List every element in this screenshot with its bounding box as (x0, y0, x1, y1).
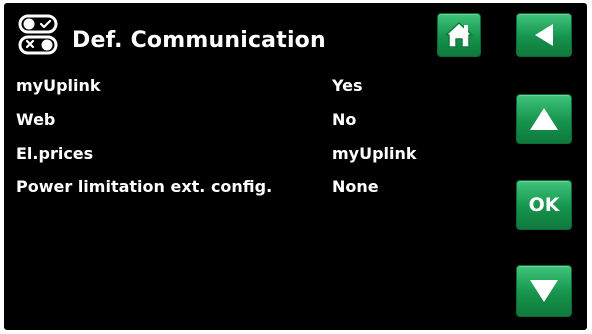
setting-value: None (332, 177, 379, 196)
toggle-switches-icon (18, 14, 62, 56)
setting-label: myUplink (16, 76, 101, 95)
setting-label: Power limitation ext. config. (16, 177, 273, 196)
setting-row-web[interactable]: Web No (16, 110, 496, 132)
setting-value: myUplink (332, 144, 417, 163)
setting-value: No (332, 110, 357, 129)
ok-button[interactable]: OK (516, 180, 572, 230)
setting-label: El.prices (16, 144, 94, 163)
home-button[interactable] (437, 13, 481, 57)
setting-row-power-limitation[interactable]: Power limitation ext. config. None (16, 177, 496, 199)
home-icon (444, 21, 474, 49)
display-screen: Def. Communication OK myUplink Yes Web N… (4, 3, 587, 330)
down-arrow-icon (528, 278, 560, 304)
setting-row-el-prices[interactable]: El.prices myUplink (16, 144, 496, 166)
up-arrow-icon (528, 106, 560, 132)
ok-label: OK (528, 194, 560, 216)
setting-label: Web (16, 110, 56, 129)
back-arrow-icon (531, 22, 557, 48)
back-button[interactable] (516, 13, 572, 57)
setting-row-myuplink[interactable]: myUplink Yes (16, 76, 496, 98)
scroll-down-button[interactable] (516, 265, 572, 317)
setting-value: Yes (332, 76, 363, 95)
scroll-up-button[interactable] (516, 94, 572, 144)
page-title: Def. Communication (72, 28, 326, 53)
